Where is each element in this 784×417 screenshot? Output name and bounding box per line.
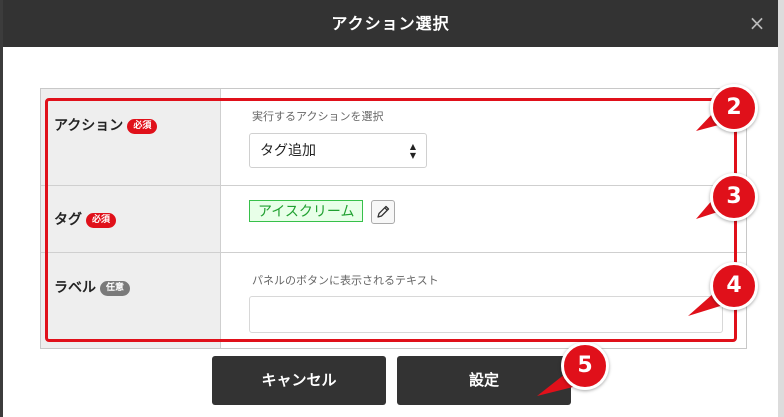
action-label-text: アクション — [54, 118, 124, 134]
label-label-cell: ラベル 任意 — [41, 253, 221, 348]
confirm-button[interactable]: 設定 — [397, 356, 571, 405]
label-hint: パネルのボタンに表示されるテキスト — [252, 274, 439, 287]
label-label: ラベル 任意 — [54, 277, 131, 297]
tag-label: タグ 必須 — [54, 209, 117, 229]
label-label-text: ラベル — [54, 280, 96, 296]
label-text-input[interactable] — [249, 296, 723, 333]
tag-label-cell: タグ 必須 — [41, 186, 221, 252]
dialog-title: アクション選択 — [331, 14, 450, 33]
action-row: アクション 必須 実行するアクションを選択 タグ追加 ▲ ▼ — [41, 89, 746, 186]
optional-badge: 任意 — [100, 281, 131, 296]
close-icon[interactable]: × — [746, 12, 768, 34]
select-arrows-icon: ▲ ▼ — [409, 142, 416, 160]
required-badge: 必須 — [86, 213, 117, 228]
tag-edit-button[interactable] — [371, 200, 395, 224]
pencil-icon — [377, 205, 390, 218]
action-select[interactable]: タグ追加 ▲ ▼ — [249, 133, 427, 168]
label-row: ラベル 任意 パネルのボタンに表示されるテキスト — [41, 253, 746, 348]
page-backdrop-edge — [778, 0, 784, 417]
action-label: アクション 必須 — [54, 115, 158, 135]
action-select-dialog: アクション選択 × アクション 必須 実行するアクションを選択 タグ追加 ▲ ▼ タ… — [3, 0, 778, 417]
required-badge: 必須 — [127, 119, 158, 134]
action-hint: 実行するアクションを選択 — [252, 110, 384, 123]
dialog-header: アクション選択 × — [3, 0, 778, 47]
tag-chip[interactable]: アイスクリーム — [249, 200, 364, 222]
tag-label-text: タグ — [54, 212, 82, 228]
action-select-value: タグ追加 — [260, 143, 316, 159]
cancel-button[interactable]: キャンセル — [212, 356, 386, 405]
tag-row: タグ 必須 アイスクリーム — [41, 186, 746, 253]
action-label-cell: アクション 必須 — [41, 89, 221, 185]
action-form: アクション 必須 実行するアクションを選択 タグ追加 ▲ ▼ タグ 必須 アイスクリー… — [40, 88, 747, 349]
